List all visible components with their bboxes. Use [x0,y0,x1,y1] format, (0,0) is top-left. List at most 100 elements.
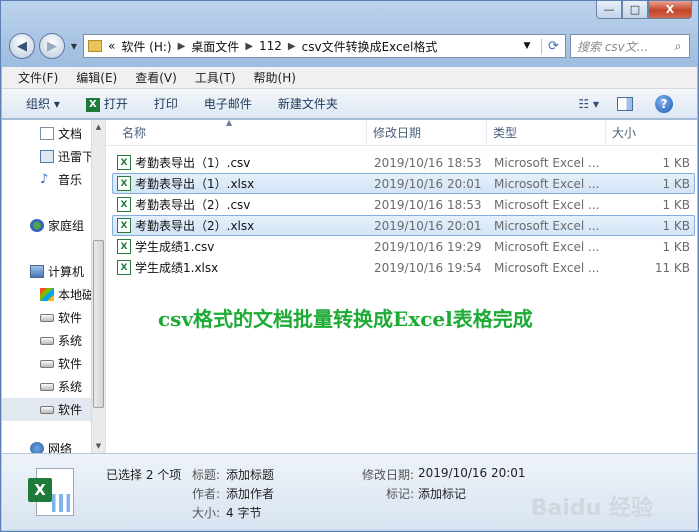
breadcrumb-drive[interactable]: 软件 (H:) [121,38,171,55]
nav-item-local-disk[interactable]: 本地磁盘 [2,283,105,306]
folder-icon [88,40,102,52]
column-type[interactable]: 类型 [487,120,606,145]
chart-bars-shape [52,494,70,512]
file-date: 2019/10/16 19:29 [374,239,482,254]
excel-badge: X [28,478,52,502]
nav-item-label: 系统 [58,380,83,394]
close-button[interactable]: X [648,1,692,19]
baidu-watermark: Baidu 经验 [530,496,653,521]
modified-value: 2019/10/16 20:01 [418,466,526,480]
file-size: 1 KB [662,155,690,170]
nav-item-drive[interactable]: 系统 [2,375,105,398]
file-size: 1 KB [662,239,690,254]
preview-pane-icon[interactable] [617,96,633,111]
file-row[interactable]: X 考勤表导出（1）.csv 2019/10/16 18:53 Microsoft E… [112,152,695,173]
file-row[interactable]: X 学生成绩1.csv 2019/10/16 19:29 Microsoft Exce… [112,236,695,257]
file-size: 1 KB [662,218,690,233]
menu-edit[interactable]: 编辑(E) [76,69,117,86]
tags-value[interactable]: 添加标记 [418,485,466,502]
file-name: 学生成绩1.csv [135,240,215,254]
column-size[interactable]: 大小 [606,120,697,145]
size-label: 大小: [192,506,221,520]
nav-item-label: 计算机 [48,265,85,279]
nav-item-drive[interactable]: 软件 [2,352,105,375]
breadcrumb-desktop-files[interactable]: 桌面文件 [191,38,239,55]
file-list: ▲ 名称 修改日期 类型 大小 X 考勤表导出（1）.csv 2019/10/16 … [106,120,697,453]
excel-file-icon: X [117,197,131,212]
excel-file-icon: X [117,218,131,233]
file-name-cell: X 考勤表导出（1）.xlsx [113,174,368,193]
file-row[interactable]: X 考勤表导出（2）.csv 2019/10/16 18:53 Microsoft E… [112,194,695,215]
organize-button[interactable]: 组织 ▾ [26,95,60,112]
search-icon[interactable]: ⌕ [667,39,689,54]
file-name: 考勤表导出（2）.xlsx [135,219,255,233]
menu-tools[interactable]: 工具(T) [195,69,236,86]
nav-item-thunder[interactable]: 迅雷下载 [2,145,105,168]
nav-item-music[interactable]: ♪ 音乐 [2,168,105,191]
file-row[interactable]: X 学生成绩1.xlsx 2019/10/16 19:54 Microsoft Exc… [112,257,695,278]
new-folder-button[interactable]: 新建文件夹 [278,95,338,112]
breadcrumb-current[interactable]: csv文件转换成Excel格式 [302,38,438,55]
file-date: 2019/10/16 18:53 [374,197,482,212]
search-input[interactable]: 搜索 csv文... ⌕ [570,34,690,58]
menu-bar: 文件(F) 编辑(E) 查看(V) 工具(T) 帮助(H) [2,67,697,89]
file-type: Microsoft Excel ... [494,260,600,275]
column-date[interactable]: 修改日期 [367,120,487,145]
help-icon[interactable]: ? [655,94,673,113]
nav-item-documents[interactable]: 文档 [2,122,105,145]
address-dropdown-icon[interactable]: ▼ [519,41,535,51]
nav-item-computer[interactable]: 计算机 [2,260,105,283]
nav-item-label: 文档 [58,127,83,141]
print-button[interactable]: 打印 [154,95,178,112]
computer-icon [30,265,44,278]
nav-item-homegroup[interactable]: 家庭组 [2,214,105,237]
forward-button[interactable]: ▶ [39,33,65,59]
title-value[interactable]: 添加标题 [226,466,274,483]
column-name[interactable]: 名称 [106,120,367,145]
back-button[interactable]: ◀ [9,33,35,59]
refresh-icon[interactable]: ⟳ [541,38,565,54]
file-row[interactable]: X 考勤表导出（2）.xlsx 2019/10/16 20:01 Microsoft … [112,215,695,236]
tags-label: 标记: [386,487,415,501]
file-name-cell: X 学生成绩1.xlsx [113,258,368,277]
author-label: 作者: [192,487,221,501]
modified-label: 修改日期: [362,468,415,482]
file-row[interactable]: X 考勤表导出（1）.xlsx 2019/10/16 20:01 Microsoft … [112,173,695,194]
nav-scrollbar[interactable]: ▲ ▼ [91,120,105,453]
nav-item-drive-selected[interactable]: 软件 [2,398,105,421]
author-value[interactable]: 添加作者 [226,485,274,502]
scroll-thumb[interactable] [93,240,104,408]
excel-file-icon: X [117,260,131,275]
minimize-button[interactable]: — [596,1,622,19]
recent-pages-dropdown[interactable]: ▼ [69,42,79,51]
size-value: 4 字节 [226,506,262,520]
chevron-right-icon[interactable]: ▶ [178,41,186,52]
disk-icon [40,382,54,391]
menu-file[interactable]: 文件(F) [18,69,58,86]
selection-count: 已选择 2 个项 [106,468,182,482]
excel-file-icon: X [117,239,131,254]
open-button[interactable]: X 打开 [85,95,128,112]
nav-item-drive[interactable]: 系统 [2,329,105,352]
file-type: Microsoft Excel ... [494,239,600,254]
file-type: Microsoft Excel ... [494,197,600,212]
address-bar[interactable]: « 软件 (H:) ▶ 桌面文件 ▶ 112 ▶ csv文件转换成Excel格式… [83,34,566,58]
scroll-up-icon[interactable]: ▲ [92,120,105,134]
change-view-icon[interactable]: ☷ ▾ [578,97,599,111]
toolbar-right: ☷ ▾ ? [578,94,697,113]
scroll-down-icon[interactable]: ▼ [92,439,105,453]
back-arrow-icon: ◀ [17,38,27,54]
breadcrumb-112[interactable]: 112 [259,39,282,53]
disk-icon [40,405,54,414]
nav-item-drive[interactable]: 软件 [2,306,105,329]
file-date: 2019/10/16 18:53 [374,155,482,170]
chevron-right-icon[interactable]: ▶ [245,41,253,52]
breadcrumb-overflow[interactable]: « [108,39,115,53]
email-button[interactable]: 电子邮件 [204,95,252,112]
menu-help[interactable]: 帮助(H) [254,69,296,86]
chevron-right-icon[interactable]: ▶ [288,41,296,52]
maximize-button[interactable]: □ [622,1,648,19]
nav-item-label: 软件 [58,311,83,325]
menu-view[interactable]: 查看(V) [135,69,177,86]
